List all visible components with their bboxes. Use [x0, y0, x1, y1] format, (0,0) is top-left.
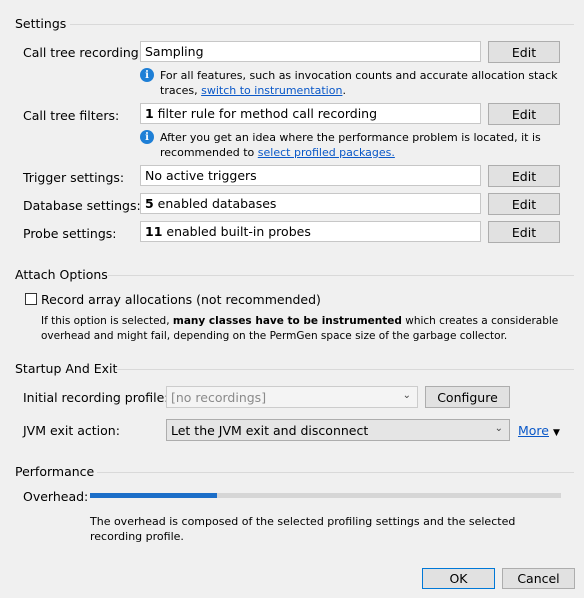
probe-text: enabled built-in probes — [162, 224, 311, 239]
call-tree-recording-edit-button[interactable]: Edit — [488, 41, 560, 63]
call-tree-recording-field: Sampling — [140, 41, 481, 62]
trigger-settings-label: Trigger settings: — [23, 170, 125, 185]
overhead-note: The overhead is composed of the selected… — [90, 515, 516, 543]
more-menu[interactable]: More ▼ — [518, 423, 560, 438]
call-tree-recording-info: For all features, such as invocation cou… — [160, 68, 560, 98]
database-text: enabled databases — [153, 196, 277, 211]
call-tree-filters-field: 1 filter rule for method call recording — [140, 103, 481, 124]
chevron-down-icon: ⌄ — [494, 423, 503, 434]
trigger-settings-edit-button[interactable]: Edit — [488, 165, 560, 187]
probe-settings-field: 11 enabled built-in probes — [140, 221, 481, 242]
database-count: 5 — [145, 196, 154, 211]
overhead-bar-fill — [90, 493, 218, 498]
filter-count: 1 — [145, 106, 154, 121]
initial-profile-value: [no recordings] — [171, 389, 267, 405]
info-icon: i — [140, 68, 154, 82]
database-settings-edit-button[interactable]: Edit — [488, 193, 560, 215]
chevron-down-icon: ⌄ — [402, 390, 411, 401]
startup-exit-section-title: Startup And Exit — [15, 361, 118, 376]
overhead-label: Overhead: — [23, 489, 89, 504]
performance-separator — [97, 472, 574, 473]
initial-profile-label: Initial recording profile: — [23, 390, 169, 405]
database-settings-field: 5 enabled databases — [140, 193, 481, 214]
more-link[interactable]: More — [518, 423, 549, 438]
probe-settings-label: Probe settings: — [23, 226, 117, 241]
configure-button[interactable]: Configure — [425, 386, 510, 408]
record-array-note: If this option is selected, many classes… — [41, 314, 571, 344]
settings-separator — [70, 24, 574, 25]
info-icon: i — [140, 130, 154, 144]
overhead-bar — [90, 493, 561, 498]
jvm-exit-value: Let the JVM exit and disconnect — [171, 422, 369, 438]
note-bold: many classes have to be instrumented — [172, 315, 402, 327]
trigger-settings-field: No active triggers — [140, 165, 481, 186]
call-tree-filters-info: After you get an idea where the performa… — [160, 130, 560, 160]
record-array-checkbox[interactable] — [25, 293, 37, 305]
jvm-exit-label: JVM exit action: — [23, 423, 120, 438]
settings-section-title: Settings — [15, 16, 67, 31]
performance-section-title: Performance — [15, 464, 95, 479]
triangle-down-icon: ▼ — [552, 428, 560, 438]
switch-to-instrumentation-link[interactable]: switch to instrumentation — [201, 84, 342, 97]
initial-profile-combo: [no recordings] ⌄ — [166, 386, 418, 408]
call-tree-filters-edit-button[interactable]: Edit — [488, 103, 560, 125]
call-tree-filters-label: Call tree filters: — [23, 108, 120, 123]
probe-settings-edit-button[interactable]: Edit — [488, 221, 560, 243]
record-array-label[interactable]: Record array allocations (not recommende… — [41, 292, 321, 307]
filter-text: filter rule for method call recording — [153, 106, 378, 121]
info-suffix: . — [342, 84, 346, 97]
probe-count: 11 — [145, 224, 163, 239]
attach-options-separator — [108, 275, 574, 276]
attach-options-section-title: Attach Options — [15, 267, 108, 282]
database-settings-label: Database settings: — [23, 198, 141, 213]
cancel-button[interactable]: Cancel — [502, 568, 575, 589]
jvm-exit-combo[interactable]: Let the JVM exit and disconnect ⌄ — [166, 419, 510, 441]
startup-exit-separator — [116, 369, 574, 370]
call-tree-recording-label: Call tree recording: — [23, 45, 143, 60]
note-prefix: If this option is selected, — [41, 315, 173, 327]
ok-button[interactable]: OK — [422, 568, 495, 589]
select-profiled-packages-link[interactable]: select profiled packages. — [258, 146, 395, 159]
